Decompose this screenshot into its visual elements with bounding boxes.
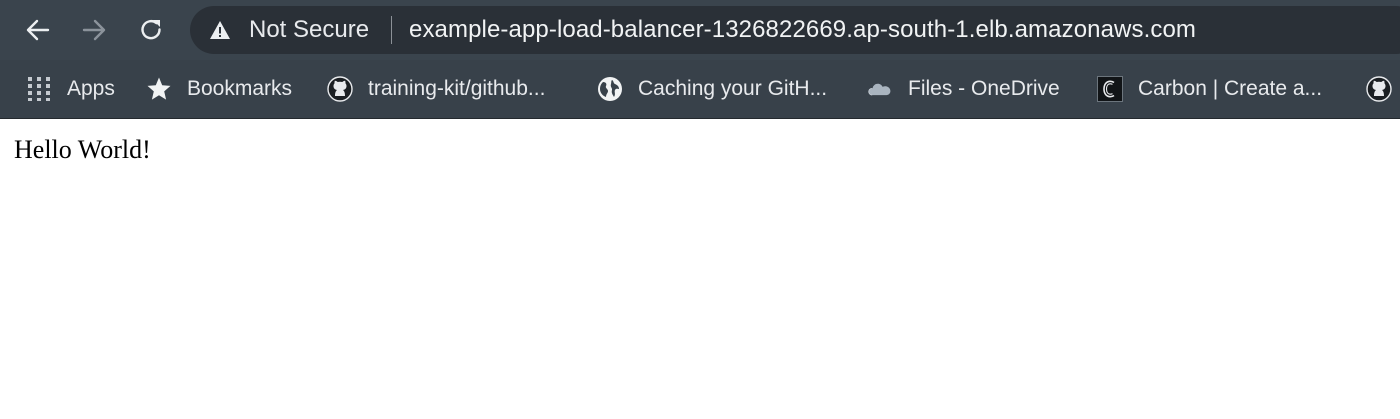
bookmark-label: Files - OneDrive	[908, 77, 1060, 100]
warning-triangle-icon[interactable]	[209, 19, 231, 41]
browser-window: Not Secure example-app-load-balancer-132…	[0, 0, 1400, 419]
url-text[interactable]: example-app-load-balancer-1326822669.ap-…	[409, 16, 1196, 44]
bookmark-label: Bookmarks	[187, 77, 293, 100]
github-icon	[327, 76, 353, 102]
security-status-label[interactable]: Not Secure	[249, 16, 369, 44]
bookmark-label: Apps	[67, 77, 115, 100]
bookmark-label: training-kit/github...	[368, 77, 546, 100]
globe-icon	[597, 76, 623, 102]
onedrive-cloud-icon	[867, 76, 893, 102]
apps-grid-icon	[26, 76, 52, 102]
bookmark-carbon[interactable]: Carbon | Create a...	[1097, 74, 1322, 104]
bookmark-label: Caching your GitH...	[638, 77, 828, 100]
arrow-left-icon	[26, 19, 50, 41]
bookmark-apps[interactable]: Apps	[26, 74, 115, 104]
page-body-text: Hello World!	[14, 135, 151, 164]
reload-button[interactable]	[132, 10, 170, 50]
bookmark-github-partial[interactable]	[1366, 74, 1392, 104]
bookmark-training-kit[interactable]: training-kit/github...	[327, 74, 545, 104]
bookmark-bookmarks-folder[interactable]: Bookmarks	[146, 74, 292, 104]
reload-icon	[141, 20, 161, 40]
carbon-icon	[1097, 76, 1123, 102]
github-icon	[1366, 76, 1392, 102]
bookmark-label: Carbon | Create a...	[1138, 77, 1323, 100]
bookmark-files-onedrive[interactable]: Files - OneDrive	[867, 74, 1060, 104]
address-bar[interactable]: Not Secure example-app-load-balancer-132…	[190, 6, 1400, 54]
star-icon	[146, 76, 172, 102]
back-button[interactable]	[19, 10, 57, 50]
address-bar-divider	[391, 16, 392, 44]
bookmark-caching-github[interactable]: Caching your GitH...	[597, 74, 827, 104]
page-content: Hello World!	[0, 119, 1400, 419]
forward-button[interactable]	[75, 10, 113, 50]
browser-toolbar: Not Secure example-app-load-balancer-132…	[0, 0, 1400, 60]
arrow-right-icon	[82, 19, 106, 41]
